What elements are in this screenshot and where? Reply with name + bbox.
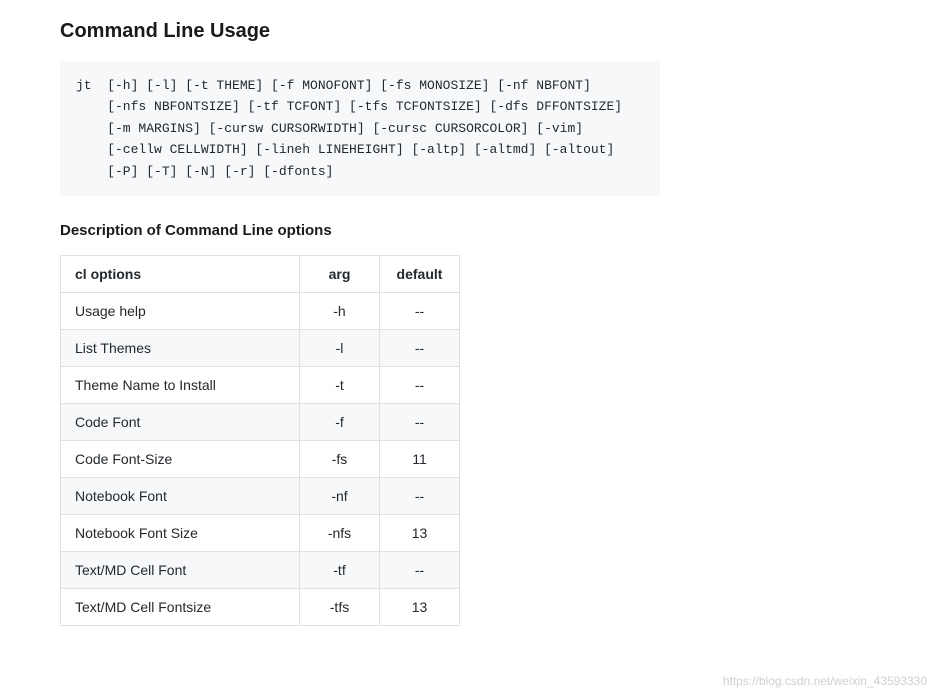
cell-default: --	[380, 478, 460, 515]
cell-default: --	[380, 552, 460, 589]
table-row: Code Font-Size -fs 11	[61, 441, 460, 478]
cell-arg: -tf	[300, 552, 380, 589]
page-heading: Command Line Usage	[60, 20, 947, 43]
options-table: cl options arg default Usage help -h -- …	[60, 255, 460, 626]
cell-arg: -h	[300, 293, 380, 330]
cell-default: --	[380, 293, 460, 330]
table-body: Usage help -h -- List Themes -l -- Theme…	[61, 293, 460, 626]
cell-arg: -nfs	[300, 515, 380, 552]
cell-option: Text/MD Cell Font	[61, 552, 300, 589]
table-row: Theme Name to Install -t --	[61, 367, 460, 404]
cell-arg: -nf	[300, 478, 380, 515]
cell-option: List Themes	[61, 330, 300, 367]
table-row: Text/MD Cell Font -tf --	[61, 552, 460, 589]
cell-option: Text/MD Cell Fontsize	[61, 589, 300, 626]
cell-option: Notebook Font	[61, 478, 300, 515]
cell-option: Notebook Font Size	[61, 515, 300, 552]
cell-default: 13	[380, 589, 460, 626]
cell-option: Code Font	[61, 404, 300, 441]
header-default: default	[380, 256, 460, 293]
table-header-row: cl options arg default	[61, 256, 460, 293]
cell-arg: -t	[300, 367, 380, 404]
cell-option: Usage help	[61, 293, 300, 330]
table-row: Code Font -f --	[61, 404, 460, 441]
cell-arg: -l	[300, 330, 380, 367]
section-subheading: Description of Command Line options	[60, 222, 947, 239]
code-usage-block: jt [-h] [-l] [-t THEME] [-f MONOFONT] [-…	[60, 61, 660, 196]
cell-arg: -f	[300, 404, 380, 441]
cell-default: --	[380, 330, 460, 367]
watermark-text: https://blog.csdn.net/weixin_43593330	[723, 674, 927, 688]
cell-default: --	[380, 367, 460, 404]
table-row: List Themes -l --	[61, 330, 460, 367]
table-row: Text/MD Cell Fontsize -tfs 13	[61, 589, 460, 626]
table-row: Usage help -h --	[61, 293, 460, 330]
cell-arg: -tfs	[300, 589, 380, 626]
header-arg: arg	[300, 256, 380, 293]
table-row: Notebook Font Size -nfs 13	[61, 515, 460, 552]
cell-arg: -fs	[300, 441, 380, 478]
cell-option: Theme Name to Install	[61, 367, 300, 404]
cell-option: Code Font-Size	[61, 441, 300, 478]
cell-default: 11	[380, 441, 460, 478]
table-row: Notebook Font -nf --	[61, 478, 460, 515]
cell-default: 13	[380, 515, 460, 552]
cell-default: --	[380, 404, 460, 441]
header-cl-options: cl options	[61, 256, 300, 293]
